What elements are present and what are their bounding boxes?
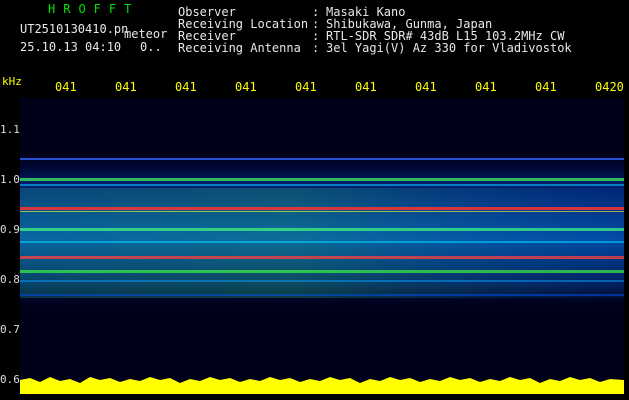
spectrogram-plot xyxy=(20,98,624,394)
time-tick: 041 xyxy=(55,80,77,94)
time-tick: 041 xyxy=(115,80,137,94)
spectrogram-svg xyxy=(20,153,624,394)
time-tick: 041 xyxy=(355,80,377,94)
datetime: 25.10.13 04:10 xyxy=(20,40,122,54)
time-tick: 041 xyxy=(535,80,557,94)
signal-line xyxy=(20,211,624,212)
freq-tick: 0.9 xyxy=(0,223,20,236)
signal-line-red xyxy=(20,207,624,210)
signal-line xyxy=(20,184,624,186)
signal-line-red xyxy=(20,256,624,259)
freq-tick: 0.6 xyxy=(0,373,20,386)
header-panel: HROFFT UT2510130410.pn meteor 25.10.13 0… xyxy=(0,0,629,70)
signal-level-waveform xyxy=(20,377,624,394)
signal-line xyxy=(20,228,624,231)
filename: UT2510130410.pn xyxy=(20,22,129,36)
meteor-count: 0.. xyxy=(140,40,162,54)
signal-line xyxy=(20,270,624,273)
time-tick: 041 xyxy=(415,80,437,94)
antenna-value: 3el Yagi(V) Az 330 for Vladivostok xyxy=(326,41,572,55)
time-tick: 041 xyxy=(295,80,317,94)
unit-label: kHz xyxy=(2,75,22,88)
signal-line xyxy=(20,241,624,243)
program-name: HROFFT xyxy=(48,2,140,16)
time-tick: 041 xyxy=(235,80,257,94)
antenna-label: Receiving Antenna xyxy=(178,41,301,55)
signal-line xyxy=(20,178,624,181)
meteor-label: meteor xyxy=(124,27,168,41)
signal-line xyxy=(20,158,624,160)
freq-tick: 1.0 xyxy=(0,173,20,186)
time-tick: 041 xyxy=(175,80,197,94)
freq-tick: 1.1 xyxy=(0,123,20,136)
time-tick: 0420 xyxy=(595,80,624,94)
signal-line xyxy=(20,280,624,282)
time-tick: 041 xyxy=(475,80,497,94)
antenna-sep: : xyxy=(312,41,320,55)
freq-tick: 0.7 xyxy=(0,323,20,336)
signal-line xyxy=(20,294,624,296)
freq-tick: 0.8 xyxy=(0,273,20,286)
